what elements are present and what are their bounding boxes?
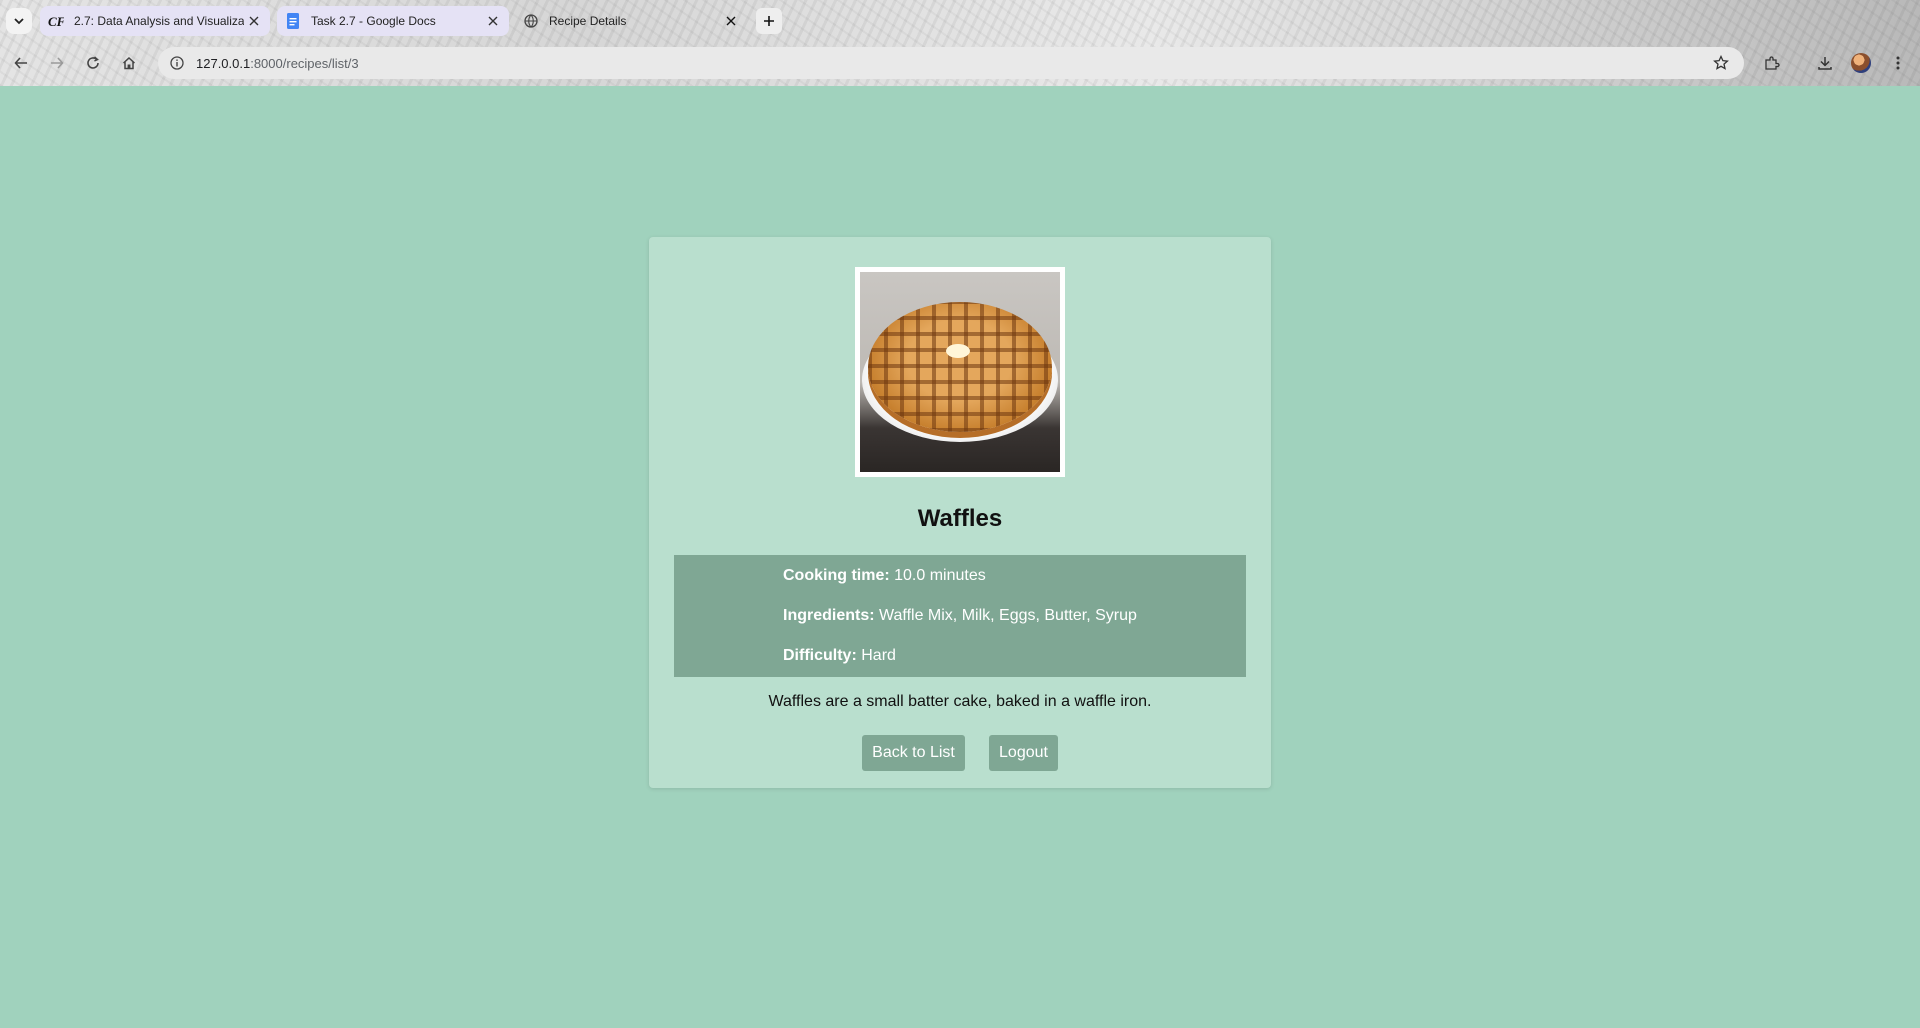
close-icon[interactable]	[483, 11, 503, 31]
back-to-list-button[interactable]: Back to List	[862, 735, 965, 771]
detail-ingredients: Ingredients: Waffle Mix, Milk, Eggs, But…	[783, 606, 1246, 646]
logout-button[interactable]: Logout	[989, 735, 1058, 771]
arrow-left-icon	[14, 56, 28, 70]
waffle-shape	[868, 302, 1052, 432]
reload-icon	[86, 56, 100, 70]
butter-shape	[946, 344, 970, 358]
recipe-description: Waffles are a small batter cake, baked i…	[768, 693, 1152, 710]
reload-button[interactable]	[80, 50, 106, 76]
google-docs-icon	[285, 13, 301, 29]
site-info-icon[interactable]	[166, 52, 188, 74]
puzzle-icon	[1764, 55, 1780, 71]
home-icon	[122, 56, 136, 70]
plus-icon	[763, 15, 775, 27]
detail-label: Difficulty:	[783, 647, 857, 664]
detail-cooking-time: Cooking time: 10.0 minutes	[783, 566, 1246, 606]
detail-value: Waffle Mix, Milk, Eggs, Butter, Syrup	[879, 607, 1137, 624]
cf-logo-icon: CF	[48, 13, 64, 29]
chevron-down-icon	[13, 15, 25, 27]
tab-recipe-details[interactable]: Recipe Details	[515, 6, 747, 36]
url-text: 127.0.0.1:8000/recipes/list/3	[196, 56, 359, 71]
home-button[interactable]	[116, 50, 142, 76]
detail-label: Ingredients:	[783, 607, 875, 624]
download-icon	[1817, 55, 1833, 71]
detail-label: Cooking time:	[783, 567, 890, 584]
detail-value: 10.0 minutes	[894, 567, 986, 584]
recipe-card: Waffles Cooking time: 10.0 minutes Ingre…	[649, 237, 1271, 788]
recipe-title: Waffles	[917, 505, 1003, 532]
profile-avatar[interactable]	[1851, 53, 1871, 73]
extensions-button[interactable]	[1759, 50, 1785, 76]
detail-difficulty: Difficulty: Hard	[783, 646, 1246, 686]
browser-menu-button[interactable]	[1885, 50, 1911, 76]
browser-toolbar: 127.0.0.1:8000/recipes/list/3	[0, 44, 1920, 82]
svg-text:CF: CF	[48, 14, 64, 28]
tab-strip: CF 2.7: Data Analysis and Visualiza Task…	[0, 0, 1920, 42]
address-bar[interactable]: 127.0.0.1:8000/recipes/list/3	[158, 47, 1744, 79]
url-host: 127.0.0.1	[196, 55, 251, 71]
arrow-right-icon	[50, 56, 64, 70]
forward-button[interactable]	[44, 50, 70, 76]
tab-title: Recipe Details	[549, 14, 627, 28]
tab-search-button[interactable]	[6, 8, 32, 34]
waffle-photo	[860, 272, 1060, 472]
close-icon[interactable]	[721, 11, 741, 31]
downloads-button[interactable]	[1812, 50, 1838, 76]
tab-title: 2.7: Data Analysis and Visualiza	[74, 14, 244, 28]
new-tab-button[interactable]	[756, 8, 782, 34]
browser-chrome: CF 2.7: Data Analysis and Visualiza Task…	[0, 0, 1920, 86]
url-path: :8000/recipes/list/3	[250, 55, 359, 71]
kebab-menu-icon	[1896, 56, 1900, 70]
detail-value: Hard	[861, 647, 896, 664]
bookmark-star-icon[interactable]	[1710, 52, 1732, 74]
globe-icon	[523, 13, 539, 29]
recipe-image	[855, 267, 1065, 477]
close-icon[interactable]	[244, 11, 264, 31]
tab-data-analysis[interactable]: CF 2.7: Data Analysis and Visualiza	[40, 6, 270, 36]
back-button[interactable]	[8, 50, 34, 76]
tab-title: Task 2.7 - Google Docs	[311, 14, 436, 28]
tab-google-docs[interactable]: Task 2.7 - Google Docs	[277, 6, 509, 36]
recipe-details-panel: Cooking time: 10.0 minutes Ingredients: …	[674, 555, 1246, 677]
